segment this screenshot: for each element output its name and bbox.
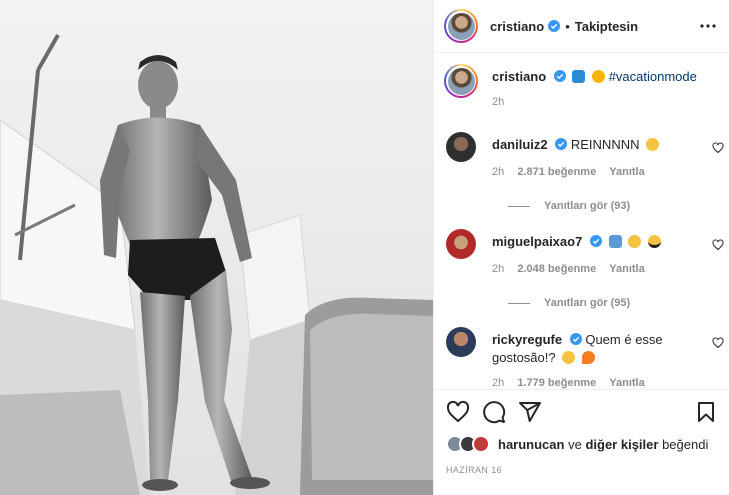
like-heart-icon[interactable]	[446, 400, 470, 424]
comment-bubble-icon[interactable]	[482, 400, 506, 424]
save-bookmark-icon[interactable]	[694, 400, 718, 424]
heart-eyes-emoji-icon	[646, 138, 660, 151]
verified-badge-icon	[569, 333, 582, 345]
verified-badge-icon	[553, 70, 566, 82]
comment-likes[interactable]: 2.871 beğenme	[517, 166, 596, 178]
reply-button[interactable]: Yanıtla	[609, 166, 644, 178]
likes-others[interactable]: diğer kişiler	[585, 437, 658, 452]
author-avatar[interactable]	[444, 9, 478, 43]
caption-username[interactable]: cristiano	[492, 69, 546, 84]
likes-connector: ve	[568, 436, 582, 452]
heart-icon[interactable]	[712, 337, 724, 349]
comment-avatar[interactable]	[446, 229, 476, 259]
view-replies-label: Yanıtları gör (95)	[544, 297, 631, 309]
verified-badge-icon	[548, 20, 561, 32]
comment-likes[interactable]: 1.779 beğenme	[517, 377, 596, 389]
comment-meta: 2h 1.779 beğenme Yanıtla	[492, 377, 655, 389]
comment-row: rickyregufe Quem é esse gostosão!? 2h 1.…	[446, 327, 724, 389]
header-separator: •	[565, 18, 570, 34]
caption-meta: 2h	[492, 96, 514, 108]
post-panel: cristiano • Takiptesin cristiano #vacati…	[433, 0, 729, 495]
caption-hashtag[interactable]: #vacationmode	[609, 69, 697, 84]
fire-emoji-icon	[581, 351, 595, 364]
sunglasses-emoji-icon	[647, 235, 661, 248]
comment-username[interactable]: miguelpaixao7	[492, 234, 582, 249]
comment-time: 2h	[492, 166, 505, 178]
heart-icon[interactable]	[712, 142, 724, 154]
verified-badge-icon	[589, 235, 602, 247]
post-date: HAZİRAN 16	[446, 465, 503, 475]
likes-suffix: beğendi	[662, 436, 709, 452]
liker-avatars	[446, 435, 490, 453]
comment-username[interactable]: daniluiz2	[492, 137, 548, 152]
comment-avatar[interactable]	[446, 327, 476, 357]
likes-summary[interactable]: harunucan ve diğer kişiler beğendi	[446, 435, 708, 453]
laughing-emoji-icon	[562, 351, 576, 364]
author-username[interactable]: cristiano	[490, 19, 544, 34]
post-header: cristiano • Takiptesin	[434, 0, 729, 53]
comment-time: 2h	[492, 263, 505, 275]
heart-icon[interactable]	[712, 239, 724, 251]
comment-time: 2h	[492, 377, 505, 389]
trophy-man-emoji-icon	[608, 235, 622, 248]
comment-meta: 2h 2.871 beğenme Yanıtla	[492, 166, 655, 178]
follow-status-button[interactable]: Takiptesin	[575, 19, 638, 34]
smile-emoji-icon	[628, 235, 642, 248]
post-image	[0, 0, 433, 495]
caption-avatar[interactable]	[444, 64, 478, 98]
comment-meta: 2h 2.048 beğenme Yanıtla	[492, 263, 655, 275]
view-replies-button[interactable]: Yanıtları gör (93)	[492, 200, 630, 212]
verified-badge-icon	[555, 138, 568, 150]
comment-avatar[interactable]	[446, 132, 476, 162]
caption-row: cristiano #vacationmode 2h	[444, 64, 724, 114]
post-photo[interactable]	[0, 0, 433, 495]
share-paper-plane-icon[interactable]	[518, 400, 542, 424]
sun-emoji-icon	[592, 70, 606, 83]
comment-text: REINNNNN	[570, 137, 640, 152]
post-actions: harunucan ve diğer kişiler beğendi HAZİR…	[434, 389, 729, 495]
view-replies-label: Yanıtları gör (93)	[544, 200, 631, 212]
wave-emoji-icon	[572, 70, 586, 83]
comment-row: daniluiz2 REINNNNN 2h 2.871 beğenme Yanı…	[446, 132, 724, 222]
comment-likes[interactable]: 2.048 beğenme	[517, 263, 596, 275]
more-options-icon[interactable]	[698, 17, 718, 35]
reply-button[interactable]: Yanıtla	[609, 377, 644, 389]
caption-time: 2h	[492, 96, 505, 108]
liker-username[interactable]: harunucan	[498, 437, 564, 452]
comment-username[interactable]: rickyregufe	[492, 332, 562, 347]
view-replies-button[interactable]: Yanıtları gör (95)	[492, 297, 630, 309]
comments-list[interactable]: cristiano #vacationmode 2h daniluiz2 REI…	[434, 54, 729, 389]
comment-row: miguelpaixao7 2h 2.048 beğenme Yanıtla Y…	[446, 229, 724, 319]
reply-button[interactable]: Yanıtla	[609, 263, 644, 275]
